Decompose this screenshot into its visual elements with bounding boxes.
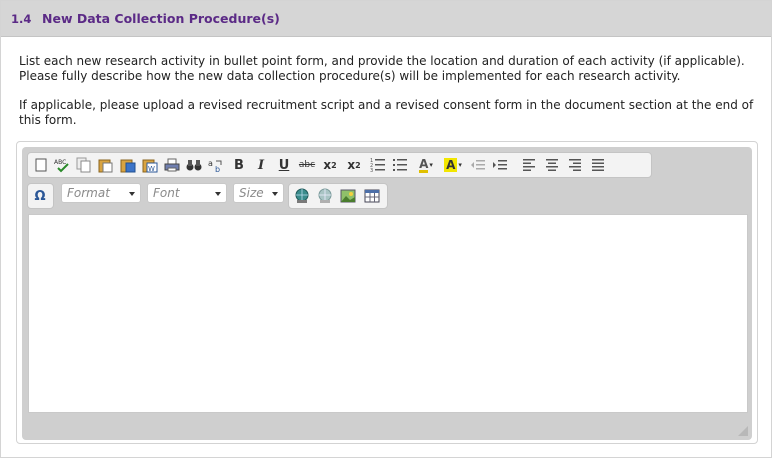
outdent-button[interactable]: [468, 155, 488, 175]
paste-icon: [98, 159, 113, 173]
insert-image-button[interactable]: [338, 186, 358, 206]
resize-handle-icon[interactable]: [738, 426, 748, 436]
align-left-button[interactable]: [519, 155, 539, 175]
indent-button[interactable]: [490, 155, 510, 175]
chevron-down-icon: ▾: [458, 161, 462, 169]
new-page-icon: [35, 158, 47, 172]
align-left-icon: [523, 159, 535, 171]
underline-button[interactable]: U: [274, 155, 294, 175]
paste-word-icon: W: [142, 159, 158, 173]
numbered-list-icon: 123: [370, 158, 385, 173]
section-number: 1.4: [11, 12, 32, 26]
unlink-button[interactable]: [315, 186, 335, 206]
svg-text:W: W: [148, 165, 155, 173]
svg-text:3: 3: [370, 168, 373, 173]
special-character-button[interactable]: Ω: [30, 186, 50, 206]
align-right-icon: [569, 159, 581, 171]
subscript-digit: 2: [331, 160, 337, 170]
paste-text-icon: [120, 159, 136, 173]
chevron-down-icon: [215, 192, 221, 196]
superscript-digit: 2: [355, 160, 361, 170]
image-icon: [340, 189, 356, 203]
insert-table-button[interactable]: [362, 186, 382, 206]
paste-word-button[interactable]: W: [140, 155, 160, 175]
editor-toolbar-insert-group: [288, 183, 388, 209]
align-center-button[interactable]: [542, 155, 562, 175]
align-right-button[interactable]: [565, 155, 585, 175]
svg-text:b: b: [215, 165, 220, 173]
replace-icon: ab: [208, 159, 222, 173]
new-page-button[interactable]: [31, 155, 51, 175]
font-dropdown[interactable]: Font: [147, 183, 227, 203]
format-dropdown-label: Format: [67, 186, 110, 200]
instruction-paragraph-2: If applicable, please upload a revised r…: [19, 98, 754, 127]
size-dropdown[interactable]: Size: [233, 183, 284, 203]
print-button[interactable]: [162, 155, 182, 175]
background-color-button[interactable]: A ▾: [441, 155, 465, 175]
subscript-label: x: [323, 158, 332, 172]
copy-button[interactable]: [74, 155, 94, 175]
svg-text:a: a: [208, 159, 213, 168]
align-justify-icon: [592, 159, 604, 171]
paste-text-button[interactable]: [118, 155, 138, 175]
section-panel: 1.4 New Data Collection Procedure(s) Lis…: [0, 0, 772, 458]
chevron-down-icon: [272, 192, 278, 196]
superscript-label: x: [347, 158, 356, 172]
subscript-button[interactable]: x2: [320, 155, 340, 175]
format-dropdown[interactable]: Format: [61, 183, 141, 203]
table-icon: [364, 189, 380, 203]
section-title: New Data Collection Procedure(s): [42, 11, 280, 26]
insert-link-button[interactable]: [292, 186, 312, 206]
outdent-icon: [471, 160, 485, 170]
bullet-list-button[interactable]: [390, 155, 410, 175]
editor-toolbar-special-char-group: Ω: [27, 183, 54, 209]
bg-color-label: A: [444, 158, 458, 172]
font-color-label: A: [419, 156, 429, 173]
size-dropdown-label: Size: [239, 186, 264, 200]
chevron-down-icon: [129, 192, 135, 196]
spellcheck-button[interactable]: ABC: [52, 155, 72, 175]
copy-icon: [76, 157, 91, 173]
globe-unlink-icon: [318, 188, 332, 203]
justify-button[interactable]: [588, 155, 608, 175]
print-icon: [164, 158, 180, 172]
chevron-down-icon: ▾: [429, 161, 433, 169]
editor-content-area[interactable]: [28, 214, 748, 413]
italic-button[interactable]: I: [251, 155, 271, 175]
font-color-button[interactable]: A ▾: [414, 155, 438, 175]
replace-button[interactable]: ab: [206, 155, 226, 175]
rich-text-editor-frame: ABC W a b B I U abc x 2 x 2 1 2 3 A ▾ A …: [16, 141, 758, 444]
section-header: 1.4 New Data Collection Procedure(s): [1, 1, 771, 37]
bold-button[interactable]: B: [229, 155, 249, 175]
svg-text:ABC: ABC: [54, 159, 66, 166]
spellcheck-icon: ABC: [54, 159, 69, 173]
binoculars-icon: [186, 160, 202, 171]
globe-link-icon: [295, 188, 309, 203]
find-button[interactable]: [184, 155, 204, 175]
rich-text-editor: ABC W a b B I U abc x 2 x 2 1 2 3 A ▾ A …: [22, 147, 752, 440]
paste-button[interactable]: [96, 155, 116, 175]
font-dropdown-label: Font: [153, 186, 180, 200]
strikethrough-button[interactable]: abc: [297, 155, 317, 175]
bullet-list-icon: [393, 159, 407, 171]
instruction-paragraph-1: List each new research activity in bulle…: [19, 54, 745, 83]
editor-toolbar-row-1: ABC W a b B I U abc x 2 x 2 1 2 3 A ▾ A …: [27, 152, 652, 178]
superscript-button[interactable]: x2: [344, 155, 364, 175]
numbered-list-button[interactable]: 123: [368, 155, 388, 175]
indent-icon: [493, 160, 507, 170]
align-center-icon: [546, 159, 558, 171]
